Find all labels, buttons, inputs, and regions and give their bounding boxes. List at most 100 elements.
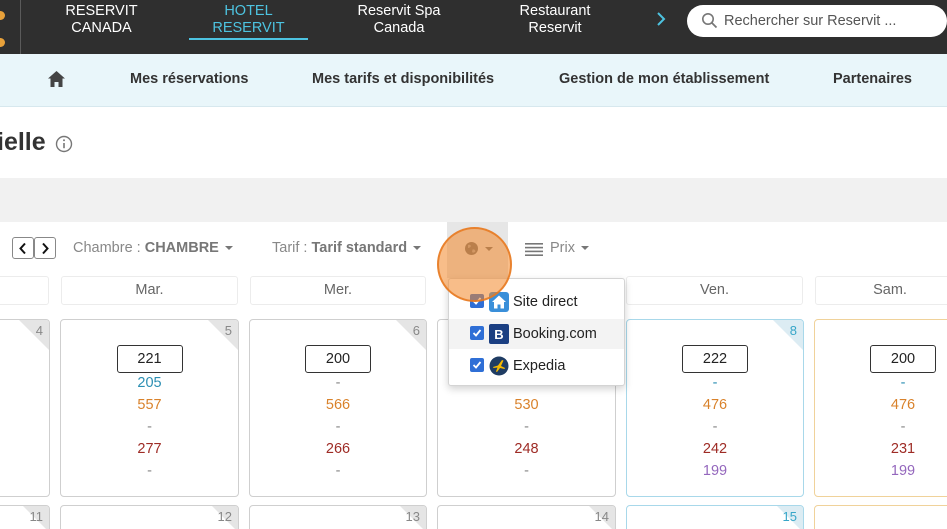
day-cell[interactable]: 11 xyxy=(0,505,50,529)
rate-selector-label: Tarif : xyxy=(272,240,312,256)
day-cell[interactable]: 15 xyxy=(626,505,804,529)
price-value: 530 xyxy=(514,397,539,413)
chevron-right-icon xyxy=(42,242,49,255)
day-cell[interactable]: 13 xyxy=(249,505,427,529)
topnav-item-reservit-spa[interactable]: Reservit Spa Canada xyxy=(344,3,454,37)
day-header: Mer. xyxy=(250,276,426,305)
topnav-item-line: HOTEL xyxy=(224,3,273,19)
chevron-right-icon[interactable] xyxy=(652,10,670,28)
day-number: 14 xyxy=(594,509,609,524)
topnav-item-line: Reservit xyxy=(528,20,582,36)
topnav-item-line: Reservit Spa xyxy=(357,3,441,19)
secondary-navbar: Mes réservations Mes tarifs et disponibi… xyxy=(0,54,947,107)
day-number: 6 xyxy=(412,323,420,338)
price-value: - xyxy=(900,375,906,391)
topnav-item-line: Restaurant xyxy=(519,3,591,19)
cell-corner xyxy=(396,320,426,350)
channel-option-label: Site direct xyxy=(513,294,578,310)
top-navbar: RESERVIT CANADA HOTEL RESERVIT Reservit … xyxy=(0,0,947,54)
globe-icon xyxy=(465,242,478,255)
next-button[interactable] xyxy=(34,237,56,259)
rate-selector[interactable]: Tarif : Tarif standard xyxy=(272,240,422,256)
price-value: 277 xyxy=(137,441,162,457)
day-header: Sam. xyxy=(815,276,947,305)
price-value: 476 xyxy=(702,397,728,413)
price-value: 266 xyxy=(325,441,351,457)
channel-option-expedia[interactable]: Expedia xyxy=(449,351,624,381)
active-tab-underline xyxy=(189,38,308,40)
subnav-item-tarifs[interactable]: Mes tarifs et disponibilités xyxy=(312,71,494,87)
price-value: - xyxy=(712,419,718,435)
day-header: Mar. xyxy=(61,276,238,305)
checkbox-checked[interactable] xyxy=(470,358,484,372)
day-number: 11 xyxy=(29,509,44,524)
checkmark-icon xyxy=(472,297,482,305)
price-selector[interactable]: Prix xyxy=(550,240,589,256)
price-value: 566 xyxy=(325,397,351,413)
price-value: 199 xyxy=(890,463,916,479)
day-cell[interactable]: 8 222 - 476 - 242 199 xyxy=(626,319,804,497)
day-cell[interactable]: 14 xyxy=(437,505,616,529)
list-icon xyxy=(525,243,543,256)
navbar-divider xyxy=(20,0,21,54)
home-icon[interactable] xyxy=(47,70,66,88)
cell-corner xyxy=(19,320,49,350)
day-header: Ven. xyxy=(626,276,803,305)
filter-band xyxy=(0,178,947,222)
channel-option-label: Expedia xyxy=(513,358,566,374)
price-value: - xyxy=(712,375,718,391)
topnav-item-restaurant[interactable]: Restaurant Reservit xyxy=(505,3,605,37)
topnav-item-line: CANADA xyxy=(71,20,132,36)
topnav-item-line: Canada xyxy=(373,20,425,36)
channel-filter-button[interactable] xyxy=(447,222,508,278)
room-selector-label: Chambre : xyxy=(73,240,145,256)
day-cell[interactable]: 12 xyxy=(60,505,239,529)
svg-text:B: B xyxy=(494,327,503,342)
day-number: 15 xyxy=(782,509,797,524)
availability-input[interactable]: 200 xyxy=(870,345,936,373)
checkmark-icon xyxy=(472,361,482,369)
availability-input[interactable]: 200 xyxy=(305,345,371,373)
price-value: - xyxy=(335,419,341,435)
search-input[interactable] xyxy=(724,11,939,31)
cell-corner xyxy=(208,320,238,350)
channel-option-site-direct[interactable]: Site direct xyxy=(449,287,624,317)
topnav-item-reservit-canada[interactable]: RESERVIT CANADA xyxy=(52,3,151,37)
booking-b-icon: B xyxy=(489,324,509,344)
price-value: - xyxy=(335,463,341,479)
search-box[interactable] xyxy=(687,5,947,37)
caret-down-icon xyxy=(224,246,233,251)
day-header-empty xyxy=(0,276,49,305)
info-icon[interactable] xyxy=(55,135,73,153)
subnav-item-reservations[interactable]: Mes réservations xyxy=(130,71,248,87)
day-cell[interactable]: 4 xyxy=(0,319,50,497)
checkbox-checked[interactable] xyxy=(470,326,484,340)
price-selector-label: Prix xyxy=(550,240,575,256)
channel-dropdown-menu: Site direct B Booking.com Expedia xyxy=(448,278,625,386)
price-value: - xyxy=(147,463,152,479)
price-value: 476 xyxy=(890,397,916,413)
price-value: 242 xyxy=(702,441,728,457)
room-selector[interactable]: Chambre : CHAMBRE xyxy=(73,240,233,256)
availability-input[interactable]: 222 xyxy=(682,345,748,373)
rate-selector-value: Tarif standard xyxy=(311,240,408,256)
price-value: - xyxy=(524,419,529,435)
subnav-item-partenaires[interactable]: Partenaires xyxy=(833,71,912,87)
day-cell[interactable]: 6 200 - 566 - 266 - xyxy=(249,319,427,497)
day-number: 4 xyxy=(35,323,43,338)
subnav-item-gestion[interactable]: Gestion de mon établissement xyxy=(559,71,769,87)
availability-input[interactable]: 221 xyxy=(116,345,183,373)
day-cell[interactable]: 5 221 205 557 - 277 - xyxy=(60,319,239,497)
price-value: - xyxy=(335,375,341,391)
price-value: 248 xyxy=(514,441,539,457)
topnav-item-line: RESERVIT xyxy=(65,3,138,19)
price-value: 231 xyxy=(890,441,916,457)
day-number: 13 xyxy=(405,509,420,524)
checkbox-checked[interactable] xyxy=(470,294,484,308)
previous-button[interactable] xyxy=(12,237,34,259)
chevron-left-icon xyxy=(19,242,26,255)
day-cell[interactable]: 200 - 476 - 231 199 xyxy=(814,319,947,497)
channel-option-booking[interactable]: B Booking.com xyxy=(449,319,624,349)
day-cell[interactable] xyxy=(814,505,947,529)
topnav-item-hotel-reservit[interactable]: HOTEL RESERVIT xyxy=(189,3,308,37)
